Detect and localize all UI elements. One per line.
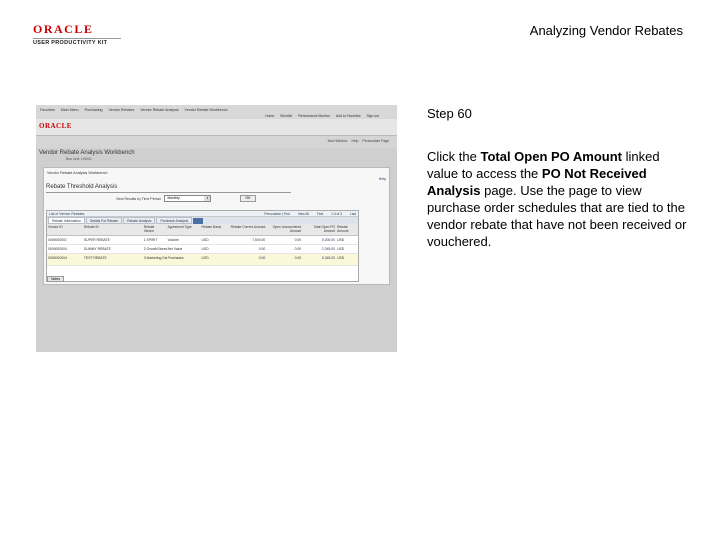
- help-link[interactable]: Help: [351, 139, 358, 143]
- column-header: Rebate ID: [83, 225, 99, 229]
- grid-view-all-link[interactable]: View All: [298, 212, 309, 216]
- grid-caption: List of Vendor Rebates Personalize | Fin…: [47, 211, 358, 217]
- table-cell: USD: [201, 256, 209, 260]
- table-cell: 3 Marketing Distributor: [143, 256, 167, 260]
- panel-divider: [46, 192, 291, 193]
- step-instructions: Click the Total Open PO Amount linked va…: [427, 148, 687, 250]
- table-header: Vendor ID Rebate ID Rebate Vendor Agreem…: [47, 224, 358, 236]
- ps-nav-item[interactable]: Vendor Rebate Analysis: [140, 108, 178, 112]
- time-period-filter: View Results by Time Period: Monthly ▾: [116, 195, 212, 202]
- table-cell: USD: [201, 238, 209, 242]
- ps-nav-item[interactable]: Favorites: [40, 108, 55, 112]
- column-header: Agreement Type: [167, 225, 192, 229]
- oracle-upk-logo: ORACLE USER PRODUCTIVITY KIT: [33, 23, 123, 46]
- table-cell: 0000000004: [48, 247, 67, 251]
- table-cell: USD: [337, 256, 345, 260]
- logo-wordmark: ORACLE: [33, 22, 94, 36]
- ps-header-link[interactable]: Sign out: [367, 114, 379, 118]
- table-cell: 2 GrowthStores: [143, 247, 167, 251]
- table-cell: 0.00: [294, 238, 302, 242]
- time-period-select[interactable]: Monthly ▾: [164, 195, 212, 202]
- table-cell: USD: [337, 247, 345, 251]
- table-row-highlighted[interactable]: 0000000004 TEST REBATE 3 Marketing Distr…: [47, 254, 358, 266]
- grid-last-link[interactable]: Last: [350, 212, 356, 216]
- time-period-label: View Results by Time Period:: [116, 196, 162, 201]
- panel-help-link[interactable]: Help: [379, 177, 386, 181]
- step-number: Step 60: [427, 106, 472, 121]
- ps-header-link[interactable]: Home: [265, 114, 274, 118]
- table-row[interactable]: 0000000004 DUMMY REBATE 2 GrowthStores N…: [47, 245, 358, 254]
- ps-top-navbar: Favorites Main Menu Purchasing Vendor Re…: [36, 105, 397, 119]
- ps-oracle-logo: ORACLE: [39, 122, 72, 130]
- column-header: Total Open PO Amount: [313, 225, 336, 233]
- table-cell: 0.00: [294, 247, 302, 251]
- personalize-page-link[interactable]: Personalize Page: [362, 139, 389, 143]
- grid-first-link[interactable]: First: [317, 212, 323, 216]
- ps-header-link[interactable]: Worklist: [280, 114, 292, 118]
- column-header: Vendor ID: [48, 225, 63, 229]
- grid-personalize-find-link[interactable]: Personalize | Find: [264, 212, 289, 216]
- ps-nav-item[interactable]: Vendor Rebate Workbench: [185, 108, 228, 112]
- table-cell-link[interactable]: 7,500.00: [222, 236, 266, 244]
- notes-button[interactable]: Notes: [47, 276, 64, 282]
- tab-details-for-rebate[interactable]: Details For Rebate: [85, 217, 123, 224]
- new-window-link[interactable]: New Window: [328, 139, 348, 143]
- total-open-po-amount-link[interactable]: 5,000.00: [302, 236, 336, 244]
- table-cell: USD: [337, 238, 345, 242]
- workbench-title: Vendor Rebate Analysis Workbench: [39, 150, 135, 156]
- tab-purchase-analysis[interactable]: Purchase Analysis: [156, 217, 193, 224]
- table-row[interactable]: 0000000001 SUPER REBATE 1 SPIRIT Volume …: [47, 236, 358, 245]
- ps-link-strip: New Window Help Personalize Page: [36, 136, 397, 148]
- business-unit-label: Bus Unit: US001: [66, 157, 92, 161]
- step-screenshot: Favorites Main Menu Purchasing Vendor Re…: [36, 105, 397, 352]
- column-header: Open Unvouchered Amount: [272, 225, 302, 233]
- grid-tabs: Rebate Information Details For Rebate Re…: [47, 217, 358, 224]
- table-cell: DUMMY REBATE: [83, 247, 111, 251]
- tab-rebate-information[interactable]: Rebate Information: [48, 217, 85, 224]
- logo-rule: [33, 38, 121, 39]
- ps-nav-item[interactable]: Main Menu: [61, 108, 79, 112]
- ps-nav-item[interactable]: Purchasing: [85, 108, 103, 112]
- grid-row-count: 1-3 of 3: [331, 212, 342, 216]
- column-header: Rebate Vendor: [143, 225, 155, 233]
- column-header: Rebate Amount: [337, 225, 349, 233]
- table-cell: 0.00: [294, 256, 302, 260]
- table-cell: Net Value: [167, 247, 183, 251]
- total-open-po-amount-link[interactable]: 2,345.00: [302, 245, 336, 253]
- ps-header-link[interactable]: Performance Monitor: [298, 114, 330, 118]
- ps-header-link[interactable]: Add to Favorites: [336, 114, 361, 118]
- tab-rebate-analysis[interactable]: Rebate Analysis: [123, 217, 156, 224]
- table-cell-link[interactable]: 0.00: [222, 245, 266, 253]
- chevron-down-icon[interactable]: ▾: [204, 196, 211, 201]
- table-cell: Volume: [167, 238, 179, 242]
- table-cell: 0000000004: [48, 256, 67, 260]
- panel-title: Rebate Threshold Analysis: [46, 184, 118, 190]
- table-cell: 1 SPIRIT: [143, 238, 158, 242]
- ps-nav-item[interactable]: Vendor Rebates: [109, 108, 135, 112]
- table-cell: Purchases: [167, 256, 184, 260]
- panel-breadcrumb[interactable]: Vendor Rebate Analysis Workbench: [47, 171, 108, 175]
- table-cell: 0000000001: [48, 238, 67, 242]
- column-header: Rebate Current Amount: [230, 225, 266, 229]
- step-text-part: Click the: [427, 149, 481, 164]
- total-open-po-amount-link[interactable]: 5,345.00: [302, 254, 336, 265]
- vendor-rebates-grid: List of Vendor Rebates Personalize | Fin…: [46, 210, 359, 282]
- table-cell-link[interactable]: 0.00: [222, 254, 266, 265]
- step-text-bold: Total Open PO Amount: [480, 149, 623, 164]
- grid-title: List of Vendor Rebates: [49, 212, 85, 216]
- column-header: Rebate Basis: [201, 225, 222, 229]
- logo-subtitle: USER PRODUCTIVITY KIT: [33, 40, 108, 46]
- ok-button[interactable]: OK: [240, 195, 256, 202]
- document-title: Analyzing Vendor Rebates: [529, 23, 683, 38]
- table-cell: SUPER REBATE: [83, 238, 110, 242]
- show-all-columns-icon[interactable]: [193, 217, 204, 224]
- table-cell: USD: [201, 247, 209, 251]
- rebate-threshold-panel: Vendor Rebate Analysis Workbench Help Re…: [43, 167, 390, 285]
- ps-header: ORACLE: [36, 119, 397, 136]
- time-period-value: Monthly: [167, 196, 180, 200]
- table-cell: TEST REBATE: [83, 256, 107, 260]
